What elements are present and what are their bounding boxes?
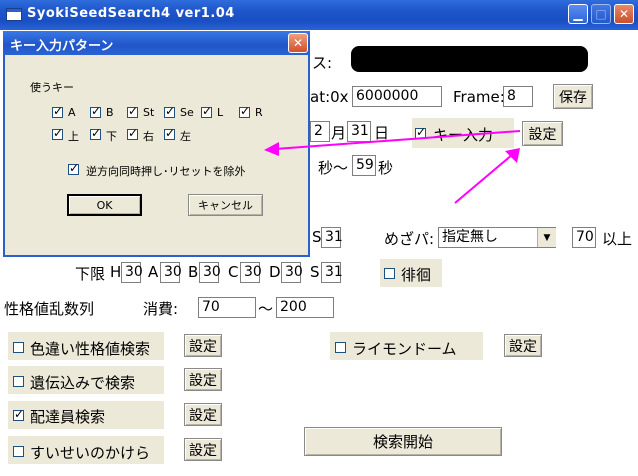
annotation-arrow-diagonal xyxy=(454,148,520,204)
annotation-arrows xyxy=(264,130,521,204)
annotation-arrow-horizontal xyxy=(264,130,521,156)
